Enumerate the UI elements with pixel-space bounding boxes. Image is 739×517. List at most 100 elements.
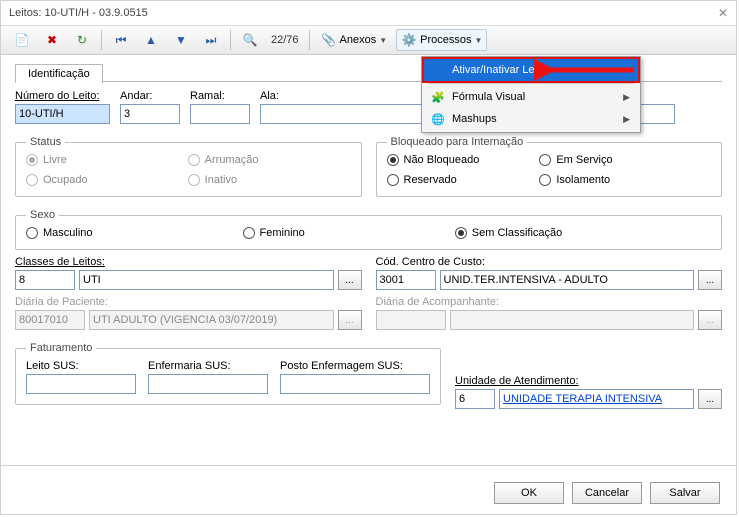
chevron-right-icon: ▶ <box>623 114 630 125</box>
last-button[interactable]: ⏭ <box>198 29 224 51</box>
separator <box>309 30 310 50</box>
menu-item-label: Ativar/Inativar Leito <box>452 64 546 76</box>
x-icon: ✖ <box>44 32 60 48</box>
numero-leito-input[interactable] <box>15 104 110 124</box>
window-title: Leitos: 10-UTI/H - 03.9.0515 <box>9 7 148 19</box>
unidade-desc-input[interactable] <box>499 389 694 409</box>
prev-button[interactable]: ▲ <box>138 29 164 51</box>
enfermaria-sus-label: Enfermaria SUS: <box>148 360 268 372</box>
classes-desc-input[interactable] <box>79 270 334 290</box>
separator <box>428 83 634 84</box>
processos-menu: Ativar/Inativar Leito 🧩 Fórmula Visual ▶… <box>421 56 641 133</box>
andar-input[interactable] <box>120 104 180 124</box>
sexo-fem[interactable]: Feminino <box>243 227 305 239</box>
diagram-icon: 🧩 <box>430 89 446 105</box>
sexo-sem[interactable]: Sem Classificação <box>455 227 562 239</box>
cancel-button[interactable]: Cancelar <box>572 482 642 504</box>
leito-sus-label: Leito SUS: <box>26 360 136 372</box>
leito-sus-input[interactable] <box>26 374 136 394</box>
classes-code-input[interactable] <box>15 270 75 290</box>
sexo-group: Sexo Masculino Feminino Sem Classificaçã… <box>15 209 722 250</box>
faturamento-legend: Faturamento <box>26 342 96 354</box>
refresh-button[interactable]: ↻ <box>69 29 95 51</box>
globe-icon: 🌐 <box>430 111 446 127</box>
bloqueado-group: Bloqueado para Internação Não Bloqueado … <box>376 136 723 197</box>
bloq-isolamento[interactable]: Isolamento <box>539 174 612 186</box>
status-group: Status Livre Ocupado Arrumação Inativo <box>15 136 362 197</box>
bloq-nao[interactable]: Não Bloqueado <box>387 154 480 166</box>
chevron-down-icon: ▼ <box>379 36 387 45</box>
ramal-input[interactable] <box>190 104 250 124</box>
diaria-acomp-desc-input <box>450 310 695 330</box>
menu-item-mashups[interactable]: 🌐 Mashups ▶ <box>424 108 638 130</box>
refresh-icon: ↻ <box>74 32 90 48</box>
status-arrumacao: Arrumação <box>188 154 259 166</box>
menu-item-label: Mashups <box>452 113 497 125</box>
menu-item-ativar-inativar[interactable]: Ativar/Inativar Leito <box>424 59 638 81</box>
separator <box>230 30 231 50</box>
anexos-button[interactable]: 📎 Anexos ▼ <box>316 29 393 51</box>
posto-sus-input[interactable] <box>280 374 430 394</box>
diaria-pac-desc-input <box>89 310 334 330</box>
delete-button[interactable]: ✖ <box>39 29 65 51</box>
status-inativo: Inativo <box>188 174 259 186</box>
classes-browse-button[interactable]: ... <box>338 270 362 290</box>
page-icon: 📄 <box>14 32 30 48</box>
close-icon[interactable]: ✕ <box>718 6 728 20</box>
centro-desc-input[interactable] <box>440 270 695 290</box>
classes-label: Classes de Leitos: <box>15 256 362 268</box>
next-button[interactable]: ▼ <box>168 29 194 51</box>
faturamento-group: Faturamento Leito SUS: Enfermaria SUS: P… <box>15 342 441 405</box>
ok-button[interactable]: OK <box>494 482 564 504</box>
chevron-right-icon: ▶ <box>623 92 630 103</box>
bloqueado-legend: Bloqueado para Internação <box>387 136 528 148</box>
diaria-acomp-code-input <box>376 310 446 330</box>
diaria-pac-label: Diária de Paciente: <box>15 296 362 308</box>
menu-item-formula-visual[interactable]: 🧩 Fórmula Visual ▶ <box>424 86 638 108</box>
status-legend: Status <box>26 136 65 148</box>
andar-label: Andar: <box>120 90 180 102</box>
menu-item-label: Fórmula Visual <box>452 91 525 103</box>
last-icon: ⏭ <box>203 32 219 48</box>
numero-leito-label: Número do Leito: <box>15 90 110 102</box>
processos-button[interactable]: ⚙️ Processos ▼ <box>396 29 487 51</box>
binoculars-icon: 🔍 <box>242 32 258 48</box>
centro-label: Cód. Centro de Custo: <box>376 256 723 268</box>
diaria-acomp-label: Diária de Acompanhante: <box>376 296 723 308</box>
diaria-pac-code-input <box>15 310 85 330</box>
status-livre: Livre <box>26 154 88 166</box>
paperclip-icon: 📎 <box>321 32 337 48</box>
posto-sus-label: Posto Enfermagem SUS: <box>280 360 430 372</box>
prev-icon: ▲ <box>143 32 159 48</box>
processos-label: Processos <box>420 34 471 46</box>
next-icon: ▼ <box>173 32 189 48</box>
bloq-reservado[interactable]: Reservado <box>387 174 480 186</box>
unidade-browse-button[interactable]: ... <box>698 389 722 409</box>
bloq-servico[interactable]: Em Serviço <box>539 154 612 166</box>
diaria-acomp-browse-button: ... <box>698 310 722 330</box>
centro-code-input[interactable] <box>376 270 436 290</box>
sexo-legend: Sexo <box>26 209 59 221</box>
new-button[interactable]: 📄 <box>9 29 35 51</box>
tab-identificacao[interactable]: Identificação <box>15 64 103 83</box>
diaria-pac-browse-button: ... <box>338 310 362 330</box>
enfermaria-sus-input[interactable] <box>148 374 268 394</box>
footer-divider <box>1 465 736 466</box>
chevron-down-icon: ▼ <box>475 36 483 45</box>
centro-browse-button[interactable]: ... <box>698 270 722 290</box>
unidade-code-input[interactable] <box>455 389 495 409</box>
pager-label: 22/76 <box>267 34 303 46</box>
unidade-label: Unidade de Atendimento: <box>455 375 722 387</box>
toolbar: 📄 ✖ ↻ ⏮ ▲ ▼ ⏭ 🔍 22/76 📎 Anexos ▼ ⚙️ Proc… <box>1 25 736 55</box>
separator <box>101 30 102 50</box>
ramal-label: Ramal: <box>190 90 250 102</box>
save-button[interactable]: Salvar <box>650 482 720 504</box>
gears-icon: ⚙️ <box>401 32 417 48</box>
first-icon: ⏮ <box>113 32 129 48</box>
search-button[interactable]: 🔍 <box>237 29 263 51</box>
toggle-icon <box>430 62 446 78</box>
first-button[interactable]: ⏮ <box>108 29 134 51</box>
anexos-label: Anexos <box>340 34 377 46</box>
status-ocupado: Ocupado <box>26 174 88 186</box>
sexo-masc[interactable]: Masculino <box>26 227 93 239</box>
